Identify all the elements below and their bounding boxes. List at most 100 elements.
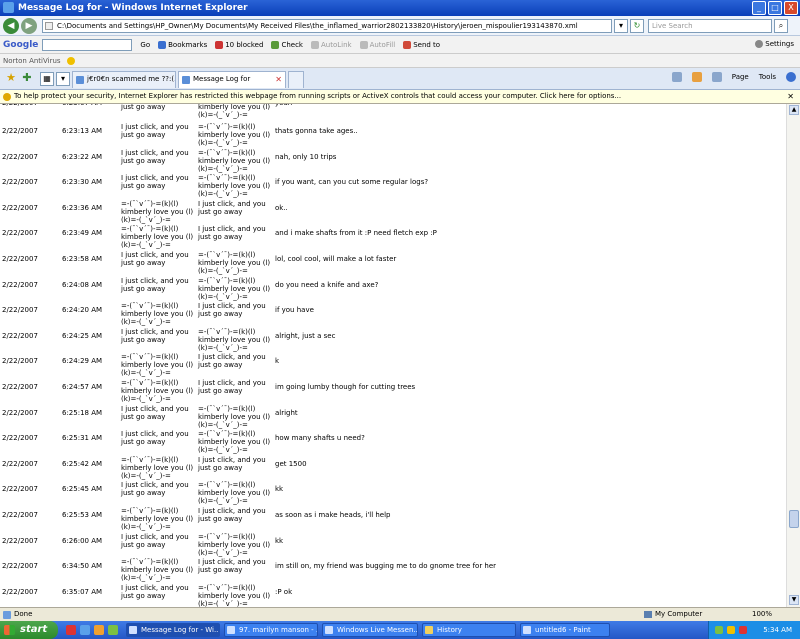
sender-line: kimberly love you (l) bbox=[198, 104, 271, 111]
sender-line: (k)=-(_`v´_)-= bbox=[198, 344, 248, 352]
close-tab-icon[interactable]: ✕ bbox=[275, 72, 282, 87]
log-message: thats gonna take ages.. bbox=[275, 127, 358, 135]
sender-line: I just click, and you bbox=[121, 174, 189, 182]
log-message: im still on, my friend was bugging me to… bbox=[275, 562, 497, 570]
tray-messenger-icon[interactable] bbox=[715, 626, 723, 634]
log-time: 6:23:58 AM bbox=[62, 255, 103, 263]
close-window-button[interactable]: X bbox=[784, 1, 798, 15]
quicklaunch-desktop-icon[interactable] bbox=[108, 625, 118, 635]
sender-line: just go away bbox=[198, 208, 243, 216]
ie-icon bbox=[3, 2, 14, 13]
scroll-thumb[interactable] bbox=[789, 510, 799, 528]
refresh-button[interactable]: ↻ bbox=[630, 19, 644, 33]
tab-list-button[interactable]: ▾ bbox=[56, 72, 70, 86]
forward-button[interactable]: ▶ bbox=[21, 18, 37, 34]
scroll-down-arrow[interactable]: ▼ bbox=[789, 595, 799, 605]
norton-toolbar: Norton AntiVirus bbox=[0, 54, 800, 68]
taskbar-button-paint[interactable]: untitled6 - Paint bbox=[520, 623, 610, 637]
log-date: 2/22/2007 bbox=[2, 460, 38, 468]
spell-check-button[interactable]: Check bbox=[271, 40, 303, 49]
start-button[interactable]: start bbox=[0, 621, 58, 639]
sender-line: =-(¯`v´¯)-=(k)(l) bbox=[121, 302, 179, 310]
taskbar-button-label: 97. marilyn manson - ... bbox=[239, 626, 318, 634]
google-search-input[interactable] bbox=[42, 38, 133, 51]
autolink-button[interactable]: AutoLink bbox=[310, 40, 352, 49]
tab-scammed[interactable]: j€r0€n scammed me ??:(... - ... bbox=[72, 71, 176, 88]
sender-line: (k)=-(_`v´_)-= bbox=[121, 472, 171, 480]
sender-i-just-click: I just click, and youjust go away bbox=[198, 558, 266, 574]
quick-tabs-button[interactable]: ▦ bbox=[40, 72, 54, 86]
blocked-icon bbox=[215, 40, 224, 49]
send-to-button[interactable]: Send to bbox=[403, 40, 440, 49]
sender-line: kimberly love you (l) bbox=[121, 208, 194, 216]
log-time: 6:23:07 AM bbox=[62, 104, 102, 107]
help-icon[interactable] bbox=[786, 72, 796, 82]
log-message: if you want, can you cut some regular lo… bbox=[275, 178, 429, 186]
quicklaunch-aol-icon[interactable] bbox=[66, 625, 76, 635]
sender-line: just go away bbox=[121, 489, 166, 497]
table-row: 2/22/2007 6:26:00 AM I just click, and you… bbox=[0, 533, 786, 559]
taskbar-button-music[interactable]: 97. marilyn manson - ... bbox=[224, 623, 318, 637]
minimize-button[interactable]: _ bbox=[752, 1, 766, 15]
tab-favicon bbox=[76, 76, 84, 84]
taskbar-button-message-log[interactable]: Message Log for - Wi... bbox=[126, 623, 220, 637]
taskbar-button-history[interactable]: History bbox=[422, 623, 516, 637]
taskbar-button-label: untitled6 - Paint bbox=[535, 626, 591, 634]
scroll-up-arrow[interactable]: ▲ bbox=[789, 105, 799, 115]
status-bar: Done My Computer 100% bbox=[0, 607, 800, 621]
zoom-level[interactable]: 100% bbox=[752, 608, 772, 621]
back-button[interactable]: ◀ bbox=[3, 18, 19, 34]
sender-line: I just click, and you bbox=[121, 149, 189, 157]
sender-line: =-(¯`v´¯)-=(k)(l) bbox=[198, 123, 256, 131]
warning-icon bbox=[3, 93, 11, 101]
popup-blocker-button[interactable]: 10 blocked bbox=[215, 40, 263, 49]
sender-line: just go away bbox=[121, 259, 166, 267]
home-icon[interactable] bbox=[671, 72, 682, 82]
bookmarks-button[interactable]: Bookmarks bbox=[158, 40, 207, 49]
check-icon bbox=[271, 40, 280, 49]
tab-favicon bbox=[182, 76, 190, 84]
google-settings-button[interactable]: Settings bbox=[755, 40, 794, 48]
log-time: 6:23:30 AM bbox=[62, 178, 103, 186]
tools-menu[interactable]: Tools bbox=[759, 73, 776, 81]
favorites-star-icon[interactable]: ★ bbox=[4, 71, 18, 85]
google-go-button[interactable]: Go bbox=[140, 41, 150, 49]
wrench-icon bbox=[755, 40, 764, 48]
tray-security-icon[interactable] bbox=[739, 626, 747, 634]
tab-message-log[interactable]: Message Log for ✕ bbox=[178, 71, 286, 88]
close-info-bar-icon[interactable]: ✕ bbox=[787, 90, 794, 103]
maximize-button[interactable]: □ bbox=[768, 1, 782, 15]
search-icon[interactable]: ⌕ bbox=[774, 19, 788, 33]
page-menu[interactable]: Page bbox=[732, 73, 749, 81]
sender-kimberly: =-(¯`v´¯)-=(k)(l)kimberly love you (l)(k… bbox=[121, 302, 193, 326]
norton-shield-icon[interactable] bbox=[66, 57, 75, 65]
log-time: 6:24:25 AM bbox=[62, 332, 103, 340]
log-message: nah, only 10 trips bbox=[275, 153, 337, 161]
sender-line: =-(¯`v´¯)-=(k)(l) bbox=[198, 405, 256, 413]
vertical-scrollbar[interactable]: ▲ ▼ bbox=[786, 104, 800, 607]
autofill-icon bbox=[359, 40, 368, 49]
tray-norton-icon[interactable] bbox=[727, 626, 735, 634]
taskbar-button-messenger[interactable]: Windows Live Messen... bbox=[322, 623, 418, 637]
address-input[interactable]: C:\Documents and Settings\HP_Owner\My Do… bbox=[42, 19, 612, 33]
add-favorite-icon[interactable]: ✚ bbox=[20, 71, 34, 85]
status-text: Done bbox=[14, 610, 33, 618]
sender-line: kimberly love you (l) bbox=[198, 592, 271, 600]
new-tab-button[interactable] bbox=[288, 71, 304, 88]
google-logo: Google bbox=[3, 39, 39, 50]
table-row: 2/22/2007 6:23:36 AM =-(¯`v´¯)-=(k)(l) kimb… bbox=[0, 200, 786, 226]
autofill-button[interactable]: AutoFill bbox=[359, 40, 395, 49]
clock[interactable]: 5:34 AM bbox=[763, 621, 792, 639]
feeds-icon[interactable] bbox=[691, 72, 702, 82]
log-date: 2/22/2007 bbox=[2, 281, 38, 289]
quicklaunch-outlook-icon[interactable] bbox=[94, 625, 104, 635]
sender-i-just-click: I just click, and youjust go away bbox=[121, 174, 189, 190]
sender-kimberly: =-(¯`v´¯)-=(k)(l)kimberly love you (l)(k… bbox=[198, 149, 270, 173]
sender-kimberly: =-(¯`v´¯)-=(k)(l)kimberly love you (l)(k… bbox=[198, 277, 270, 301]
log-time: 6:24:20 AM bbox=[62, 306, 103, 314]
live-search-input[interactable]: Live Search bbox=[648, 19, 772, 33]
quicklaunch-ie-icon[interactable] bbox=[80, 625, 90, 635]
print-icon[interactable] bbox=[711, 72, 722, 82]
security-information-bar[interactable]: To help protect your security, Internet … bbox=[0, 90, 800, 104]
address-dropdown-button[interactable]: ▾ bbox=[614, 19, 628, 33]
